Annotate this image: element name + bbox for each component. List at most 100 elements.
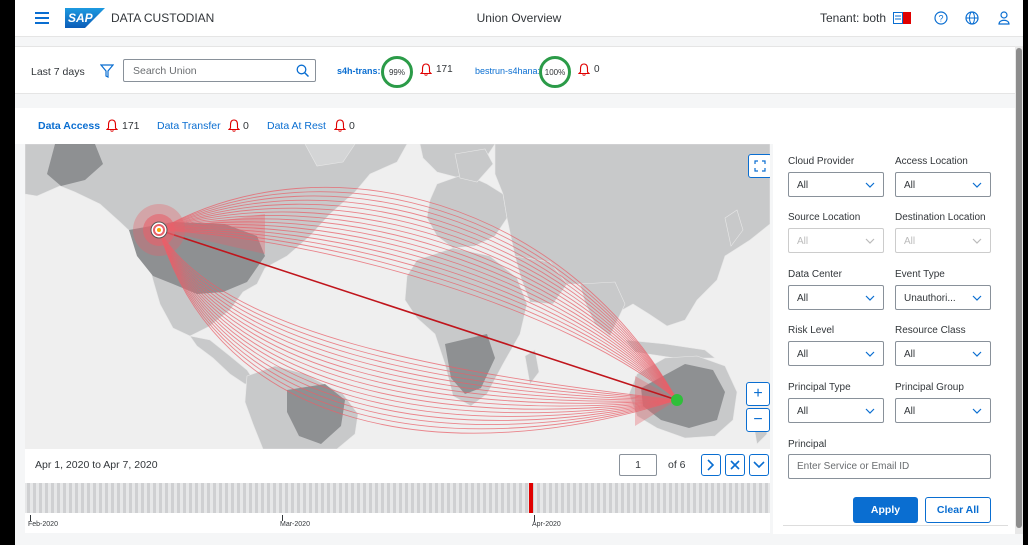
timeline-bar [759, 483, 762, 513]
zoom-in-button[interactable]: + [746, 382, 770, 406]
destination-location-marker[interactable] [671, 394, 683, 406]
timeline-bars[interactable] [25, 481, 770, 517]
cloud-provider-select[interactable]: All [788, 172, 884, 197]
timeline-bar [435, 483, 438, 513]
globe-icon[interactable] [963, 9, 981, 27]
madagascar [524, 349, 540, 385]
tab-count-data-transfer: 0 [243, 120, 249, 132]
timeline-bar [483, 483, 486, 513]
timeline-bar [639, 483, 642, 513]
chevron-down-icon [972, 351, 982, 357]
principal-type-select[interactable]: All [788, 398, 884, 423]
system-label-bestrun[interactable]: bestrun-s4hana: [475, 66, 540, 76]
timeline-bar [555, 483, 558, 513]
menu-icon[interactable] [35, 12, 49, 24]
chevron-down-icon [865, 238, 875, 244]
tenant-label[interactable]: Tenant: both [820, 11, 886, 25]
timeline-bar [267, 483, 270, 513]
bell-icon [228, 119, 240, 132]
world-map[interactable]: + − [25, 144, 770, 449]
timeline-bar [165, 483, 168, 513]
fullscreen-icon[interactable] [748, 154, 770, 178]
timeline-bar [429, 483, 432, 513]
timeline-bar [255, 483, 258, 513]
timeline-bar [705, 483, 708, 513]
timeline-bar [87, 483, 90, 513]
timeline-bar [561, 483, 564, 513]
timeline-bar [363, 483, 366, 513]
timeline-label-apr: Apr-2020 [532, 521, 561, 528]
clear-all-button[interactable]: Clear All [925, 497, 991, 523]
timeline-bar [447, 483, 450, 513]
scandinavia [454, 148, 494, 183]
date-range-label: Apr 1, 2020 to Apr 7, 2020 [35, 459, 158, 471]
timeline-bar [69, 483, 72, 513]
timeline-bar [123, 483, 126, 513]
bell-icon [578, 63, 590, 76]
principal-field[interactable] [788, 454, 991, 479]
source-location-marker[interactable] [133, 204, 185, 256]
timeline-bar [177, 483, 180, 513]
help-icon[interactable]: ? [932, 9, 950, 27]
scrollbar-thumb[interactable] [1016, 48, 1022, 528]
timeline-bar [537, 483, 540, 513]
filter-toolbar: Last 7 days s4h-trans: 99% 171 bestrun-s… [15, 46, 1015, 94]
principal-input[interactable] [789, 455, 990, 478]
timeline-bar [27, 483, 30, 513]
search-input[interactable] [124, 60, 289, 81]
chevron-down-icon [972, 295, 982, 301]
timeline-bar [729, 483, 732, 513]
central-america [189, 335, 256, 385]
timeline-bar [585, 483, 588, 513]
resource-class-select[interactable]: All [895, 341, 991, 366]
next-page-button[interactable] [701, 454, 721, 476]
timeline-bar [171, 483, 174, 513]
access-location-select[interactable]: All [895, 172, 991, 197]
risk-level-select[interactable]: All [788, 341, 884, 366]
health-ring-bestrun: 100% [539, 56, 571, 88]
flag-icon[interactable] [893, 9, 911, 27]
alert-count-s4h[interactable]: 171 [436, 64, 453, 75]
data-center-select[interactable]: All [788, 285, 884, 310]
timeline-bar [183, 483, 186, 513]
alert-count-bestrun[interactable]: 0 [594, 64, 600, 75]
timeline-bar [675, 483, 678, 513]
event-type-select[interactable]: Unauthori... [895, 285, 991, 310]
source-location-select: All [788, 228, 884, 253]
timeline-bar [609, 483, 612, 513]
timeline-bar [399, 483, 402, 513]
close-icon[interactable] [725, 454, 745, 476]
principal-group-select[interactable]: All [895, 398, 991, 423]
cloud-provider-label: Cloud Provider [788, 156, 855, 167]
filter-icon[interactable] [100, 64, 114, 78]
destination-location-label: Destination Location [895, 212, 986, 223]
timeline-bar [207, 483, 210, 513]
tab-data-transfer[interactable]: Data Transfer [157, 120, 221, 132]
timeline-bar [687, 483, 690, 513]
tab-data-access[interactable]: Data Access [38, 120, 100, 132]
timeline-bar [471, 483, 474, 513]
sap-logo: SAP [65, 8, 105, 28]
timeline-bar [417, 483, 420, 513]
apply-button[interactable]: Apply [853, 497, 918, 523]
timeline-bar [321, 483, 324, 513]
timeline-bar [315, 483, 318, 513]
system-label-s4h[interactable]: s4h-trans: [337, 66, 381, 76]
time-range-label[interactable]: Last 7 days [31, 66, 85, 78]
chevron-down-icon[interactable] [749, 454, 769, 476]
zoom-out-button[interactable]: − [746, 408, 770, 432]
timeline-bar [735, 483, 738, 513]
timeline-label-feb: Feb-2020 [28, 521, 58, 528]
user-icon[interactable] [995, 9, 1013, 27]
timeline-bar [591, 483, 594, 513]
search-icon[interactable] [296, 64, 309, 77]
timeline-bar [105, 483, 108, 513]
timeline-bar [387, 483, 390, 513]
page-number-input[interactable]: 1 [619, 454, 657, 476]
search-field[interactable] [123, 59, 316, 82]
timeline-bar [423, 483, 426, 513]
timeline-bar [339, 483, 342, 513]
pagination-bar: Apr 1, 2020 to Apr 7, 2020 1 of 6 [25, 449, 770, 481]
tab-data-at-rest[interactable]: Data At Rest [267, 120, 326, 132]
event-timeline[interactable]: Feb-2020 Mar-2020 Apr-2020 [25, 481, 770, 533]
